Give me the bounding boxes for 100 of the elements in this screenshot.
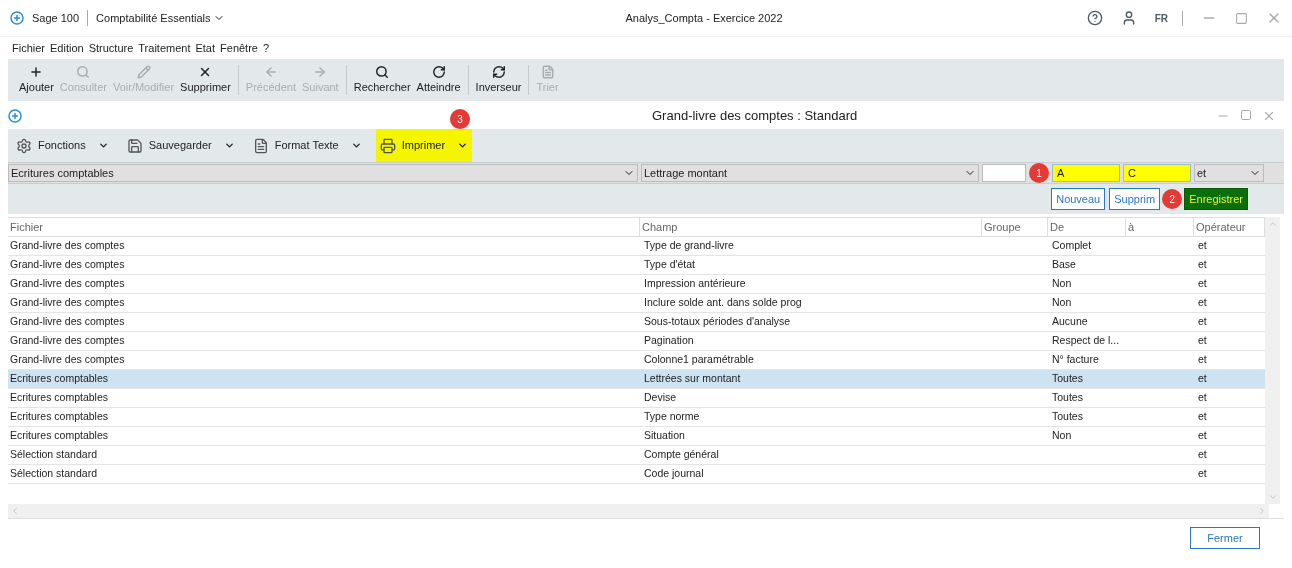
- table-cell-text: Toutes: [1051, 371, 1084, 387]
- menu-item[interactable]: ?: [262, 39, 270, 57]
- restore-icon[interactable]: [1240, 109, 1252, 121]
- table-cell-text: Type norme: [643, 409, 701, 425]
- column-header[interactable]: Champ: [640, 218, 982, 236]
- menu-item[interactable]: Edition: [50, 39, 84, 57]
- table-cell-text: Devise: [643, 390, 678, 406]
- table-cell-text: Base: [1051, 257, 1077, 273]
- table-cell-text: Ecritures comptables: [9, 371, 110, 387]
- logo-icon: [8, 109, 22, 123]
- rotate-icon: [431, 64, 446, 79]
- table-cell-text: Grand-livre des comptes: [9, 257, 126, 273]
- horizontal-scrollbar[interactable]: [8, 504, 1269, 518]
- table-cell-text: Toutes: [1051, 390, 1084, 406]
- pencil-icon: [136, 64, 151, 79]
- table-cell-text: Complet: [1051, 238, 1093, 254]
- column-header[interactable]: à: [1126, 218, 1194, 236]
- toolbar-button[interactable]: Inverseur: [474, 64, 523, 96]
- step-badge: 3: [450, 109, 471, 129]
- caret-icon: [97, 140, 109, 151]
- window-title: Analys_Compta - Exercice 2022: [625, 10, 783, 26]
- function-button[interactable]: Imprimer: [375, 129, 473, 162]
- help-icon[interactable]: [1086, 10, 1103, 26]
- table-cell-text: Non: [1051, 276, 1073, 292]
- document-icon: [540, 64, 555, 79]
- table-cell-text: Respect de l...: [1051, 333, 1121, 349]
- function-button[interactable]: Sauvegarder: [122, 129, 239, 162]
- column-header[interactable]: Fichier: [8, 218, 640, 236]
- gear-icon: [16, 137, 32, 154]
- table-cell-text: Compte général: [643, 447, 720, 463]
- column-header[interactable]: Groupe: [982, 218, 1048, 236]
- table-cell-text: N° facture: [1051, 352, 1100, 368]
- table-cell-text: Grand-livre des comptes: [9, 295, 126, 311]
- operator-select[interactable]: et: [1194, 164, 1264, 182]
- table-cell-text: Grand-livre des comptes: [9, 333, 126, 349]
- refresh-icon: [491, 64, 506, 79]
- toolbar-button[interactable]: Ajouter: [18, 64, 55, 96]
- table-cell-text: et: [1197, 447, 1208, 463]
- close-button[interactable]: Fermer: [1190, 527, 1260, 549]
- table-cell-text: Situation: [643, 428, 686, 444]
- search-icon: [375, 64, 390, 79]
- table-cell-text: Non: [1051, 428, 1073, 444]
- table-cell-text: et: [1197, 276, 1208, 292]
- menu-item[interactable]: Structure: [88, 39, 134, 57]
- table-cell-text: Inclure solde ant. dans solde prog: [643, 295, 803, 311]
- arrow-right-icon: [313, 64, 328, 79]
- search-icon: [76, 64, 91, 79]
- table-cell-text: Ecritures comptables: [9, 428, 110, 444]
- table-cell-text: Sous-totaux périodes d'analyse: [643, 314, 792, 330]
- menu-item[interactable]: Fichier: [12, 39, 45, 57]
- toolbar-button[interactable]: Supprimer: [179, 64, 232, 96]
- table-cell-text: Grand-livre des comptes: [9, 314, 126, 330]
- caret-icon: [223, 140, 235, 151]
- table-cell-text: Sélection standard: [9, 447, 98, 463]
- table-cell-text: Sélection standard: [9, 466, 98, 482]
- table-cell-text: Grand-livre des comptes: [9, 238, 126, 254]
- vertical-scrollbar[interactable]: [1265, 217, 1280, 504]
- table-cell-text: Lettrées sur montant: [643, 371, 742, 387]
- restore-icon[interactable]: [1235, 11, 1248, 25]
- table-cell-text: et: [1197, 333, 1208, 349]
- scroll-left-icon[interactable]: [10, 506, 20, 516]
- file-select[interactable]: Ecritures comptables: [8, 164, 638, 182]
- table-cell-text: Impression antérieure: [643, 276, 747, 292]
- table-cell-text: et: [1197, 295, 1208, 311]
- toolbar-button[interactable]: Atteindre: [415, 64, 462, 96]
- function-button[interactable]: Fonctions: [12, 129, 113, 162]
- table-cell-text: Type d'état: [643, 257, 697, 273]
- menu-item[interactable]: Traitement: [138, 39, 191, 57]
- action-button[interactable]: Enregistrer: [1184, 188, 1248, 210]
- close-icon[interactable]: [1262, 109, 1276, 123]
- step-badge: 2: [1162, 189, 1183, 209]
- value-field[interactable]: A: [1052, 164, 1120, 182]
- action-button[interactable]: Supprim: [1109, 188, 1161, 210]
- function-button[interactable]: Format Texte: [248, 129, 366, 162]
- value-field[interactable]: C: [1123, 164, 1191, 182]
- table-cell-text: et: [1197, 352, 1208, 368]
- action-button[interactable]: Nouveau: [1051, 188, 1106, 210]
- caret-icon: [457, 140, 469, 151]
- field-select[interactable]: Lettrage montant: [641, 164, 979, 182]
- table-cell-text: et: [1197, 371, 1208, 387]
- column-header[interactable]: De: [1048, 218, 1126, 236]
- table-cell-text: Pagination: [643, 333, 695, 349]
- table-cell-text: Non: [1051, 295, 1073, 311]
- save-icon: [126, 137, 143, 154]
- menu-item[interactable]: Etat: [195, 39, 216, 57]
- document-icon: [252, 137, 269, 154]
- table-row[interactable]: Ecritures comptables Lettrées sur montant Toutes et: [8, 370, 1265, 389]
- table-cell-text: Grand-livre des comptes: [9, 276, 126, 292]
- scroll-right-icon[interactable]: [1257, 506, 1267, 516]
- scroll-down-icon[interactable]: [1267, 492, 1278, 502]
- menu-item[interactable]: Fenêtre: [220, 39, 258, 57]
- scroll-up-icon[interactable]: [1267, 219, 1278, 229]
- table-cell-text: Toutes: [1051, 409, 1084, 425]
- module-dropdown[interactable]: Comptabilité Essentials: [96, 9, 226, 27]
- group-field[interactable]: [982, 164, 1026, 182]
- toolbar-button[interactable]: Rechercher: [352, 64, 412, 96]
- table-cell-text: et: [1197, 466, 1208, 482]
- table-cell-text: Colonne1 paramétrable: [643, 352, 755, 368]
- table-cell-text: et: [1197, 257, 1208, 273]
- language-button[interactable]: FR: [1154, 10, 1183, 26]
